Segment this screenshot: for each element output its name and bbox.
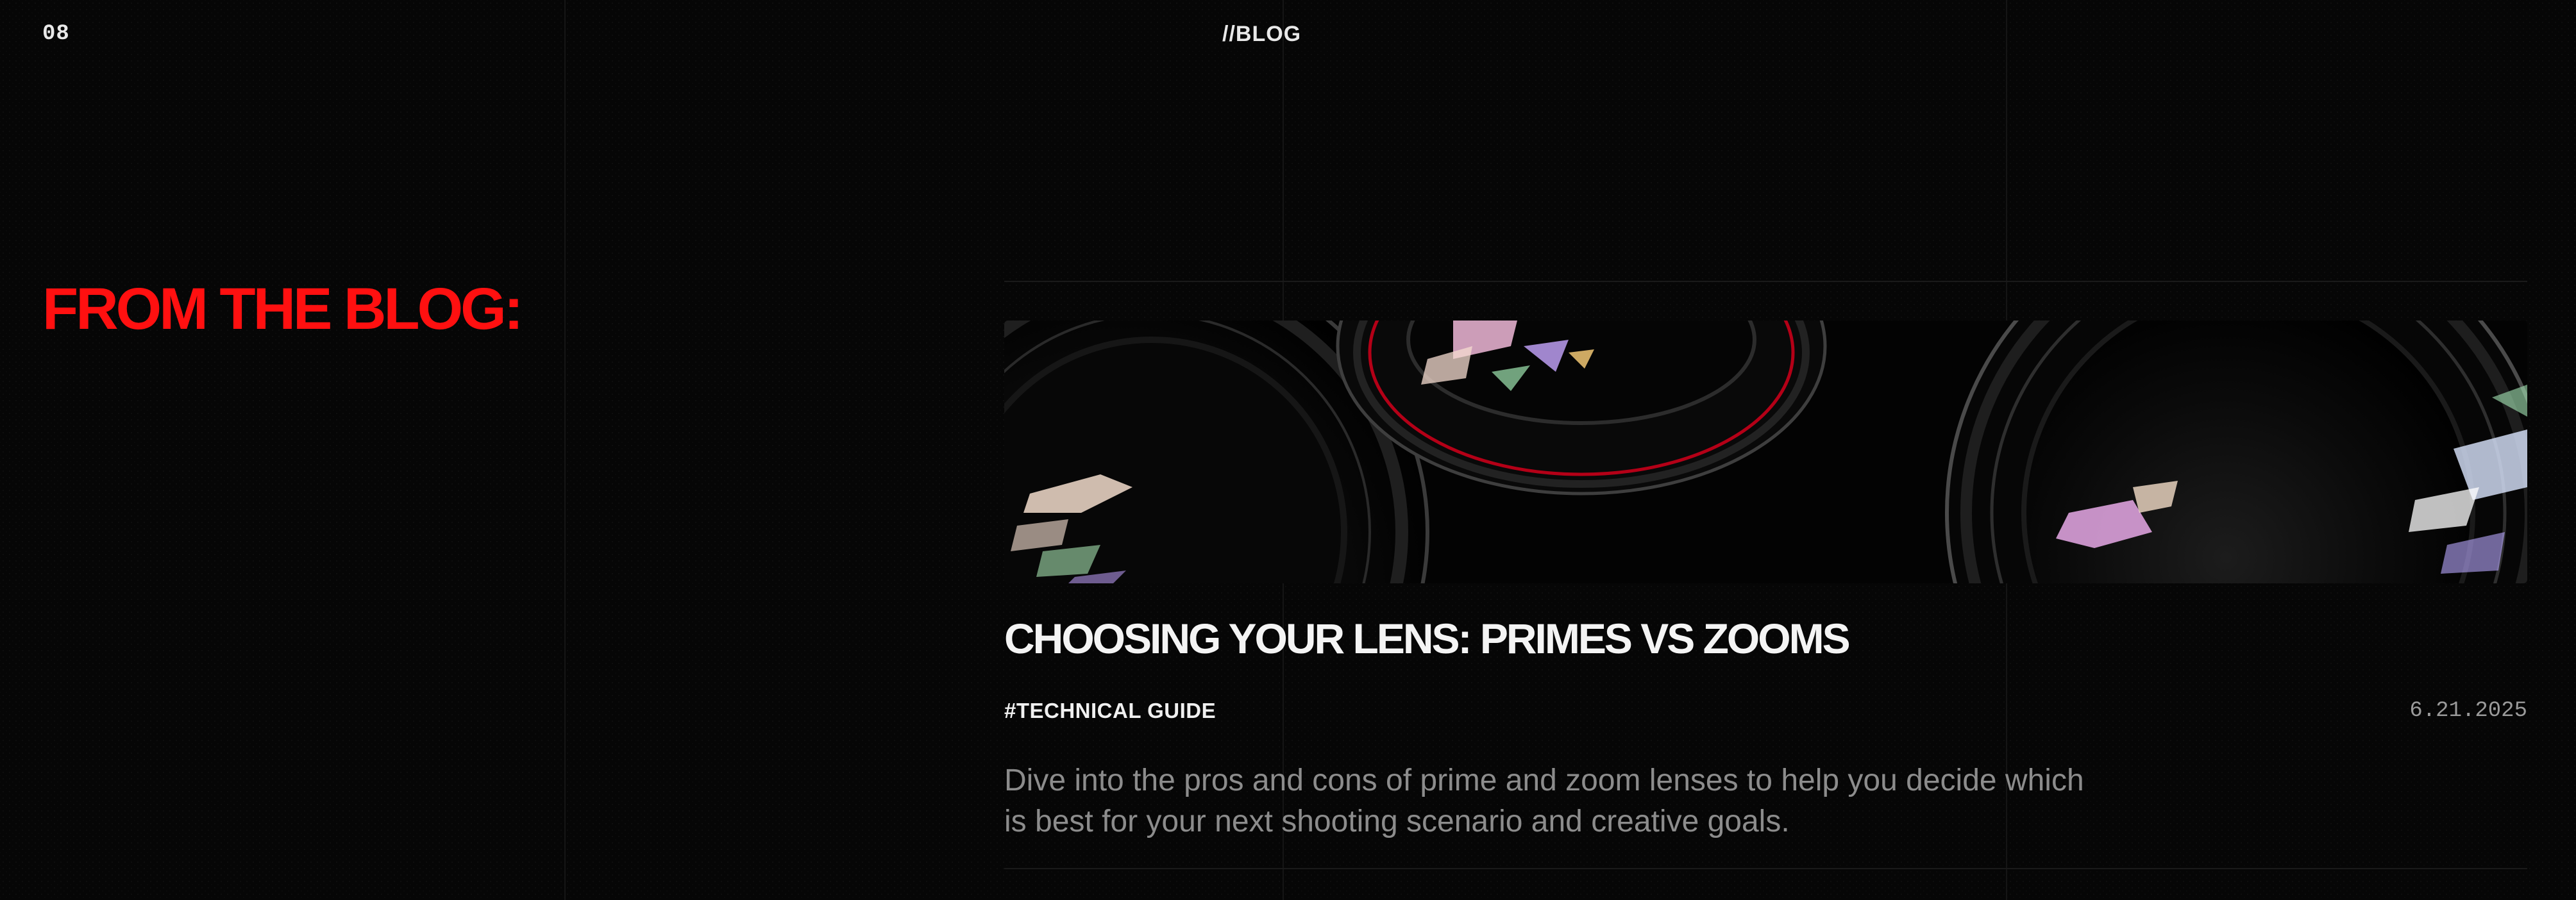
blog-post-date: 6.21.2025 (2409, 699, 2527, 723)
section-heading: FROM THE BLOG: (42, 276, 523, 342)
section-number: 08 (42, 22, 70, 46)
camera-lens-illustration (1004, 321, 2527, 583)
section-tag: //BLOG (1222, 22, 1302, 46)
blog-section: 08 //BLOG FROM THE BLOG: CHOOSING YOUR L… (0, 0, 2576, 900)
blog-post-excerpt: Dive into the pros and cons of prime and… (1004, 763, 2084, 838)
blog-post-card[interactable]: CHOOSING YOUR LENS: PRIMES VS ZOOMS #TEC… (1004, 282, 2527, 869)
blog-post-image[interactable] (1004, 321, 2527, 583)
blog-post-title[interactable]: CHOOSING YOUR LENS: PRIMES VS ZOOMS (1004, 614, 1851, 663)
blog-post-tag[interactable]: #TECHNICAL GUIDE (1004, 699, 1216, 723)
grid-line (564, 0, 566, 900)
